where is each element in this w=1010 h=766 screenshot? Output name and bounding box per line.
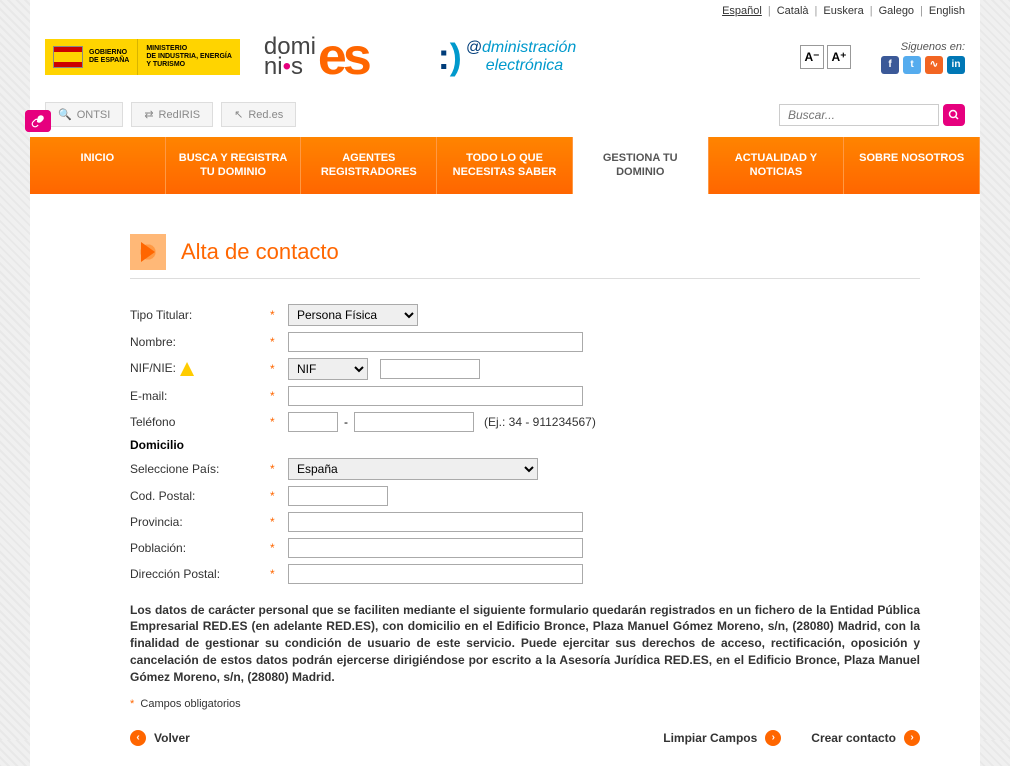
nav-todo[interactable]: TODO LO QUE NECESITAS SABER: [437, 137, 573, 194]
direccion-label: Dirección Postal:: [130, 567, 270, 581]
clear-icon: ›: [765, 730, 781, 746]
nav-sobre[interactable]: SOBRE NOSOTROS: [844, 137, 980, 194]
arrow-right-icon: [130, 234, 166, 270]
pais-select[interactable]: España: [288, 458, 538, 480]
twitter-icon[interactable]: t: [903, 56, 921, 74]
tipo-titular-select[interactable]: Persona Física: [288, 304, 418, 326]
poblacion-label: Población:: [130, 541, 270, 555]
tipo-titular-label: Tipo Titular:: [130, 308, 270, 322]
main-nav: INICIO BUSCA Y REGISTRA TU DOMINIO AGENT…: [30, 137, 980, 194]
lang-catala[interactable]: Català: [777, 5, 809, 17]
nav-busca-registra[interactable]: BUSCA Y REGISTRA TU DOMINIO: [166, 137, 302, 194]
email-label: E-mail:: [130, 389, 270, 403]
page-title: Alta de contacto: [181, 239, 339, 265]
ontsi-link[interactable]: 🔍ONTSI: [45, 102, 123, 127]
gobierno-text: GOBIERNO DE ESPAÑA: [89, 49, 129, 64]
provincia-input[interactable]: [288, 512, 583, 532]
arrow-right-small-icon: ›: [904, 730, 920, 746]
warning-icon: [180, 362, 194, 376]
search-input[interactable]: [779, 104, 939, 126]
email-input[interactable]: [288, 386, 583, 406]
admin-electronica-logo[interactable]: :) @dministración electrónica: [438, 36, 577, 78]
lang-english[interactable]: English: [929, 5, 965, 17]
tel-prefix-input[interactable]: [288, 412, 338, 432]
header: GOBIERNO DE ESPAÑA MINISTERIO DE INDUSTR…: [30, 22, 980, 97]
cp-label: Cod. Postal:: [130, 489, 270, 503]
tel-hint: (Ej.: 34 - 911234567): [484, 415, 596, 429]
search-button[interactable]: [943, 104, 965, 126]
volver-button[interactable]: ‹ Volver: [130, 730, 190, 746]
legal-text: Los datos de carácter personal que se fa…: [130, 602, 920, 686]
nav-agentes[interactable]: AGENTES REGISTRADORES: [301, 137, 437, 194]
poblacion-input[interactable]: [288, 538, 583, 558]
limpiar-button[interactable]: Limpiar Campos ›: [663, 730, 781, 746]
linkedin-icon[interactable]: in: [947, 56, 965, 74]
network-icon: ⇄: [144, 108, 153, 121]
nav-inicio[interactable]: INICIO: [30, 137, 166, 194]
facebook-icon[interactable]: f: [881, 56, 899, 74]
nif-type-select[interactable]: NIF: [288, 358, 368, 380]
language-bar: Español| Català| Euskera| Galego| Englis…: [30, 0, 980, 22]
font-decrease-button[interactable]: A⁻: [800, 45, 824, 69]
required-note: * Campos obligatorios: [130, 698, 920, 710]
nav-actualidad[interactable]: ACTUALIDAD Y NOTICIAS: [709, 137, 845, 194]
nif-input[interactable]: [380, 359, 480, 379]
content: Alta de contacto Tipo Titular: * Persona…: [30, 194, 980, 766]
lang-galego[interactable]: Galego: [879, 5, 914, 17]
siguenos-label: Siguenos en:: [901, 41, 965, 53]
pais-label: Seleccione País:: [130, 462, 270, 476]
spain-flag-icon: [53, 46, 83, 68]
permalink-badge[interactable]: [25, 110, 51, 132]
gobierno-logo: GOBIERNO DE ESPAÑA MINISTERIO DE INDUSTR…: [45, 39, 240, 74]
nombre-label: Nombre:: [130, 335, 270, 349]
rss-icon[interactable]: ∿: [925, 56, 943, 74]
subnav: 🔍ONTSI ⇄RedIRIS ↖Red.es: [30, 97, 980, 137]
lang-espanol[interactable]: Español: [722, 5, 762, 17]
dominios-es-logo[interactable]: domi ni•s es: [264, 27, 368, 87]
telefono-label: Teléfono: [130, 415, 270, 429]
search-icon: 🔍: [58, 108, 72, 121]
nav-gestiona[interactable]: GESTIONA TU DOMINIO: [573, 137, 709, 194]
provincia-label: Provincia:: [130, 515, 270, 529]
domicilio-heading: Domicilio: [130, 438, 920, 452]
font-increase-button[interactable]: A⁺: [827, 45, 851, 69]
rediris-link[interactable]: ⇄RedIRIS: [131, 102, 213, 127]
arrow-left-icon: ‹: [130, 730, 146, 746]
cursor-icon: ↖: [234, 108, 243, 121]
admin-line1: dministración: [482, 39, 576, 56]
direccion-input[interactable]: [288, 564, 583, 584]
nif-label: NIF/NIE:: [130, 361, 270, 376]
cp-input[interactable]: [288, 486, 388, 506]
tel-number-input[interactable]: [354, 412, 474, 432]
crear-contacto-button[interactable]: Crear contacto ›: [811, 730, 920, 746]
admin-line2: electrónica: [486, 57, 577, 75]
ministerio-text: MINISTERIO DE INDUSTRIA, ENERGÍA Y TURIS…: [137, 39, 240, 74]
redes-link[interactable]: ↖Red.es: [221, 102, 296, 127]
nombre-input[interactable]: [288, 332, 583, 352]
lang-euskera[interactable]: Euskera: [823, 5, 863, 17]
